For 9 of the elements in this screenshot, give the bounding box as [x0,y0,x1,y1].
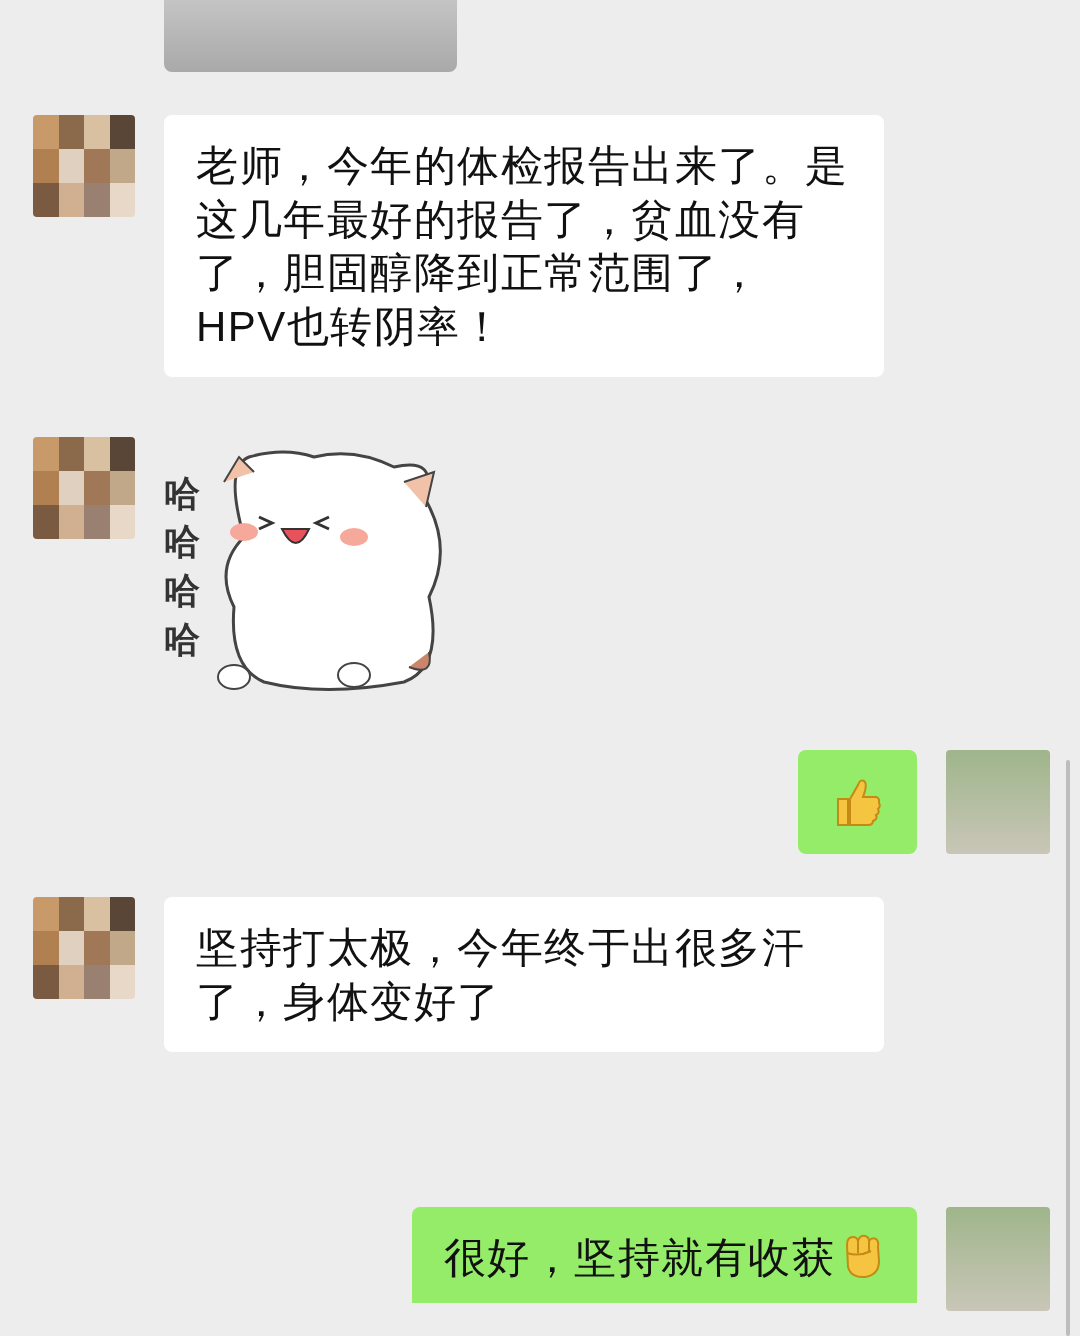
avatar[interactable] [33,437,135,539]
sticker-text: 哈哈哈哈 [164,471,200,662]
message-bubble: 坚持打太极，今年终于出很多汗了，身体变好了 [164,897,884,1052]
avatar[interactable] [33,897,135,999]
message-text: 很好，坚持就有收获 [443,1233,835,1283]
document-photo-placeholder[interactable] [164,0,457,72]
scrollbar[interactable] [1066,760,1070,1336]
message-bubble: 老师，今年的体检报告出来了。是这几年最好的报告了，贫血没有了，胆固醇降到正常范围了，HPV也转阴率！ [164,115,884,377]
avatar[interactable] [33,115,135,217]
